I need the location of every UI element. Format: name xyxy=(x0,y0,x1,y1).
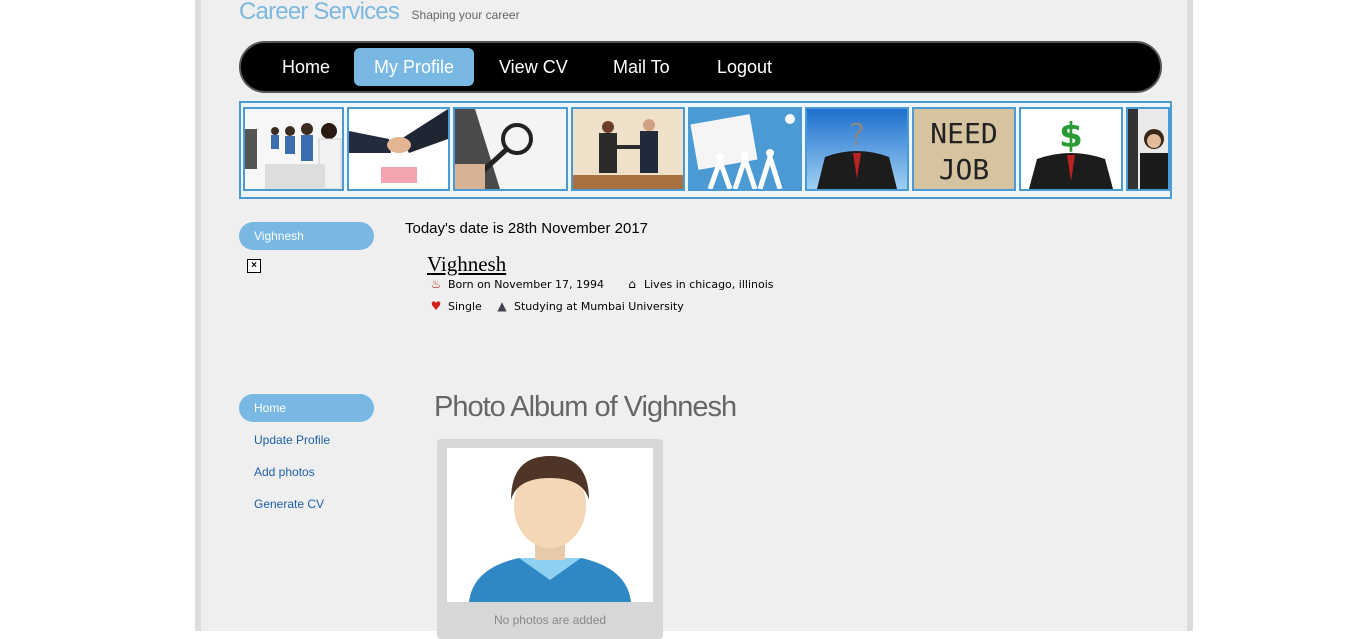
banner-image-call-center xyxy=(243,107,344,191)
nav-home[interactable]: Home xyxy=(262,48,350,86)
svg-text:JOB: JOB xyxy=(939,153,990,186)
graduation-cap-icon: ▲ xyxy=(497,299,507,313)
site-title[interactable]: Career Services xyxy=(239,0,400,25)
sidebar-item-add-photos[interactable]: Add photos xyxy=(254,465,315,479)
birthday-cake-icon: ♨ xyxy=(430,277,442,291)
banner-image-business-meeting xyxy=(571,107,685,191)
study-info: ▲ Studying at Mumbai University xyxy=(495,299,684,313)
sidebar-item-generate-cv[interactable]: Generate CV xyxy=(254,497,324,511)
main-nav: Home My Profile View CV Mail To Logout xyxy=(239,41,1162,93)
study-text: Studying at Mumbai University xyxy=(514,300,684,313)
date-line: Today's date is 28th November 2017 xyxy=(405,220,649,237)
album-card: No photos are added xyxy=(437,439,663,639)
brand: Career Services Shaping your career xyxy=(239,0,520,26)
banner-strip: ? NEED JOB $ xyxy=(239,101,1172,199)
broken-image-icon: × xyxy=(247,259,261,273)
banner-image-need-job: NEED JOB xyxy=(912,107,1016,191)
banner-image-magnifier xyxy=(453,107,568,191)
album-caption: No photos are added xyxy=(493,613,607,627)
status-info: ♥ Single xyxy=(429,299,482,313)
banner-image-question-man: ? xyxy=(805,107,909,191)
sidebar-user-pill[interactable]: Vighnesh xyxy=(239,222,374,250)
nav-my-profile[interactable]: My Profile xyxy=(354,48,475,86)
home-icon: ⌂ xyxy=(628,277,636,291)
lives-text: Lives in chicago, illinois xyxy=(644,278,774,291)
banner-image-handshake xyxy=(347,107,450,191)
born-info: ♨ Born on November 17, 1994 xyxy=(429,277,604,291)
svg-text:$: $ xyxy=(1059,116,1083,156)
svg-text:?: ? xyxy=(849,118,865,153)
banner-image-job-search xyxy=(688,107,802,191)
status-text: Single xyxy=(448,300,482,313)
born-text: Born on November 17, 1994 xyxy=(448,278,604,291)
sidebar-item-update-profile[interactable]: Update Profile xyxy=(254,433,330,447)
site-tagline: Shaping your career xyxy=(411,8,520,22)
default-avatar-image xyxy=(447,448,653,602)
heart-icon: ♥ xyxy=(430,299,442,313)
banner-image-woman xyxy=(1126,107,1170,191)
banner-image-money-man: $ xyxy=(1019,107,1123,191)
album-title: Photo Album of Vighnesh xyxy=(434,391,737,423)
svg-text:NEED: NEED xyxy=(930,117,997,150)
nav-view-cv[interactable]: View CV xyxy=(479,48,588,86)
page-container: Career Services Shaping your career Home… xyxy=(195,0,1193,639)
profile-name[interactable]: Vighnesh xyxy=(427,252,506,277)
nav-mail-to[interactable]: Mail To xyxy=(593,48,690,86)
sidebar-item-home[interactable]: Home xyxy=(239,394,374,422)
nav-logout[interactable]: Logout xyxy=(697,48,792,86)
lives-info: ⌂ Lives in chicago, illinois xyxy=(625,277,774,291)
